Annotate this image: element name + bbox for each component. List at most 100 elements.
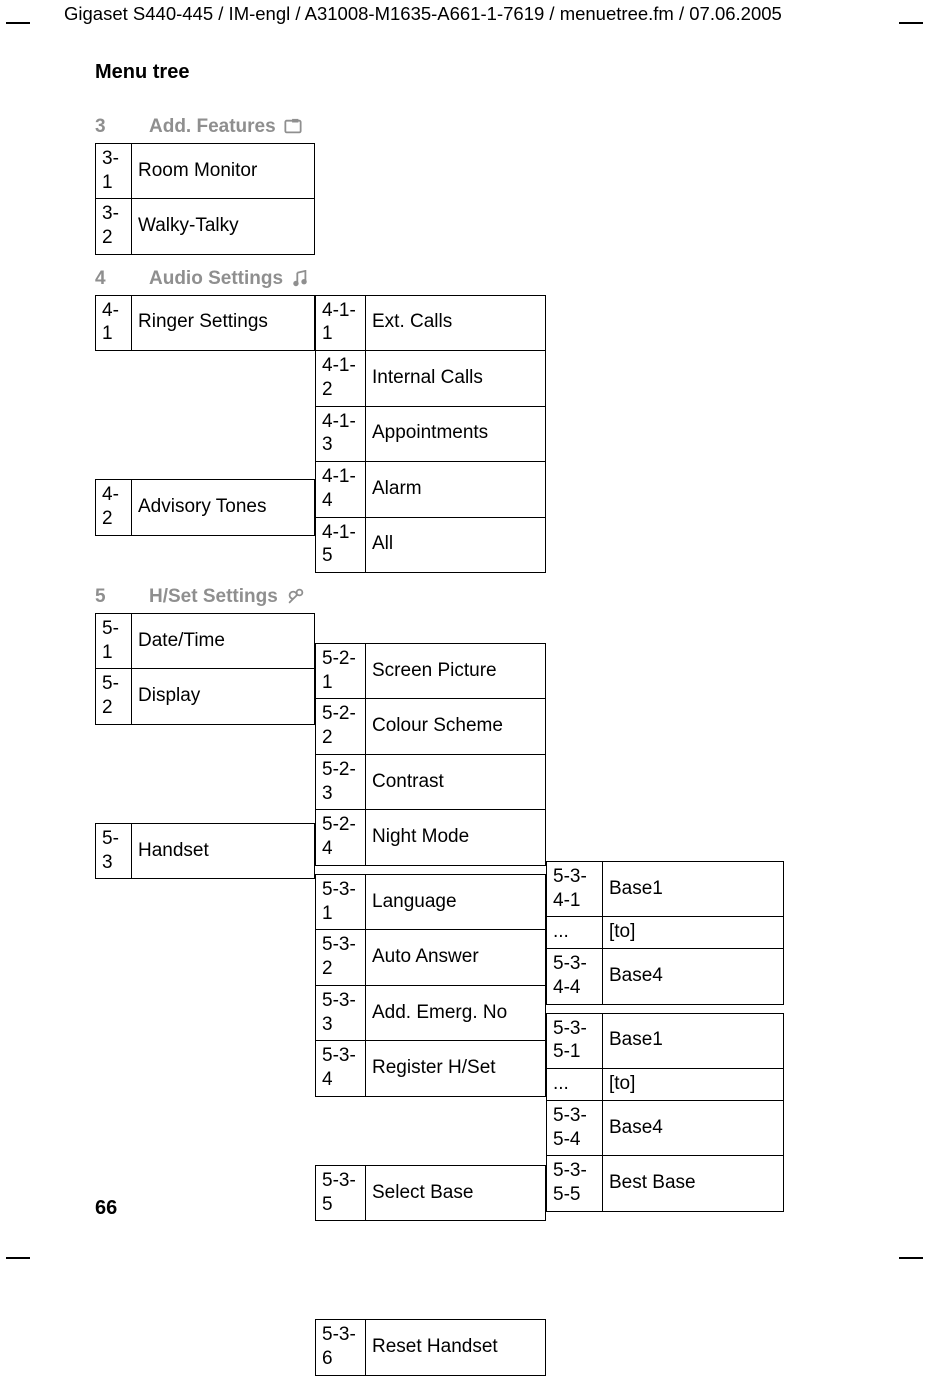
cell-label: Base4	[603, 949, 784, 1005]
page-number: 66	[95, 1196, 117, 1221]
table-row: 4-1Ringer Settings	[96, 295, 315, 351]
cell-id: 5-3-5-5	[547, 1156, 603, 1212]
cell-label: Contrast	[366, 754, 546, 810]
cell-label: Register H/Set	[366, 1041, 546, 1097]
table-row	[547, 801, 784, 831]
cell-id: 4-1-3	[316, 406, 366, 462]
table-row	[96, 999, 315, 1029]
cell-label: Colour Scheme	[366, 699, 546, 755]
table-row	[96, 755, 315, 785]
section-3: 3 Add. Features 3-1Room Monitor 3-2Walky…	[95, 115, 865, 255]
cell-label: Alarm	[366, 462, 546, 518]
table-row	[96, 351, 315, 382]
cell-id: 5-3-2	[316, 930, 366, 986]
table-row: 3-1Room Monitor	[96, 143, 315, 199]
cell-id: 5-2-2	[316, 699, 366, 755]
table-section-3: 3-1Room Monitor 3-2Walky-Talky	[95, 143, 315, 255]
cell-label: Advisory Tones	[132, 480, 315, 536]
cell-id: 5-3-4	[316, 1041, 366, 1097]
cell-label: Screen Picture	[366, 643, 546, 699]
cell-label: All	[366, 517, 546, 573]
table-row	[96, 1067, 315, 1097]
cell-id: 3-1	[96, 143, 132, 199]
table-row	[547, 733, 784, 763]
cell-label: Base4	[603, 1100, 784, 1156]
cell-label: Appointments	[366, 406, 546, 462]
cell-label: Reset Handset	[366, 1320, 546, 1376]
crop-mark	[6, 1257, 30, 1283]
crop-mark	[6, 22, 30, 48]
cell-label: Walky-Talky	[132, 199, 315, 255]
table-row: 5-2-2Colour Scheme	[316, 699, 546, 755]
cell-id: 5-1	[96, 613, 132, 669]
cell-label: Handset	[132, 823, 315, 879]
table-row	[316, 613, 546, 644]
table-row: 5-2Display	[96, 669, 315, 725]
table-row	[316, 1096, 546, 1127]
table-row	[96, 411, 315, 441]
cell-label: Ext. Calls	[366, 295, 546, 351]
table-row: 5-3-2Auto Answer	[316, 930, 546, 986]
cell-label: Add. Emerg. No	[366, 985, 546, 1041]
table-row	[316, 1251, 546, 1281]
table-row: 4-1-5All	[316, 517, 546, 573]
cell-id: 5-3-4-1	[547, 861, 603, 917]
section-number: 3	[95, 115, 113, 139]
cell-id: 4-1-2	[316, 351, 366, 407]
cell-id: 4-1	[96, 295, 132, 351]
cell-id: 5-2-3	[316, 754, 366, 810]
table-row	[547, 831, 784, 862]
table-row: ...[to]	[547, 1069, 784, 1101]
cell-id: 5-3-3	[316, 985, 366, 1041]
table-row	[316, 1281, 546, 1311]
cell-label: [to]	[603, 1069, 784, 1101]
section-number: 4	[95, 267, 113, 291]
table-row: 4-2Advisory Tones	[96, 480, 315, 536]
cell-id: 4-1-5	[316, 517, 366, 573]
section-5: 5 H/Set Settings 5-1Date/Time 5-2Display…	[95, 585, 865, 1376]
cell-id: 5-3-4-4	[547, 949, 603, 1005]
table-row	[547, 643, 784, 673]
table-section-4-level2: 4-1-1Ext. Calls 4-1-2Internal Calls 4-1-…	[315, 295, 546, 574]
cell-label: Ringer Settings	[132, 295, 315, 351]
table-row	[96, 939, 315, 969]
section-number: 5	[95, 585, 113, 609]
cell-id: 5-3-6	[316, 1320, 366, 1376]
table-row: 5-3-3Add. Emerg. No	[316, 985, 546, 1041]
cell-id: ...	[547, 1069, 603, 1101]
cell-label: Internal Calls	[366, 351, 546, 407]
table-row: 5-3Handset	[96, 823, 315, 879]
table-row: 5-3-1Language	[316, 874, 546, 930]
table-row: 3-2Walky-Talky	[96, 199, 315, 255]
table-row: ...[to]	[547, 917, 784, 949]
cell-id: 5-3-1	[316, 874, 366, 930]
cell-id: ...	[547, 917, 603, 949]
cell-label: Base1	[603, 1013, 784, 1069]
cell-id: 5-3	[96, 823, 132, 879]
cell-id: 5-3-5-1	[547, 1013, 603, 1069]
table-row: 4-1-4Alarm	[316, 462, 546, 518]
table-row: 5-3-4-4Base4	[547, 949, 784, 1005]
table-section-4-level1: 4-1Ringer Settings 4-2Advisory Tones	[95, 295, 315, 536]
table-row	[96, 909, 315, 939]
cell-label: Auto Answer	[366, 930, 546, 986]
table-row	[316, 1221, 546, 1252]
cell-id: 4-1-4	[316, 462, 366, 518]
table-row: 5-3-5Select Base	[316, 1165, 546, 1221]
table-section-5-level1: 5-1Date/Time 5-2Display 5-3Handset	[95, 613, 315, 1196]
table-row	[547, 673, 784, 703]
cell-id: 5-2	[96, 669, 132, 725]
features-icon	[284, 118, 302, 136]
section-label: H/Set Settings	[149, 585, 278, 609]
cell-label: [to]	[603, 917, 784, 949]
cell-label: Best Base	[603, 1156, 784, 1212]
table-row: 5-1Date/Time	[96, 613, 315, 669]
cell-id: 3-2	[96, 199, 132, 255]
section-4: 4 Audio Settings 4-1Ringer Settings 4-2A…	[95, 267, 865, 573]
cell-label: Base1	[603, 861, 784, 917]
table-row: 5-2-1Screen Picture	[316, 643, 546, 699]
table-row: 5-3-6Reset Handset	[316, 1320, 546, 1376]
table-row: 5-3-5-5Best Base	[547, 1156, 784, 1212]
cell-label: Room Monitor	[132, 143, 315, 199]
cell-label: Night Mode	[366, 810, 546, 866]
